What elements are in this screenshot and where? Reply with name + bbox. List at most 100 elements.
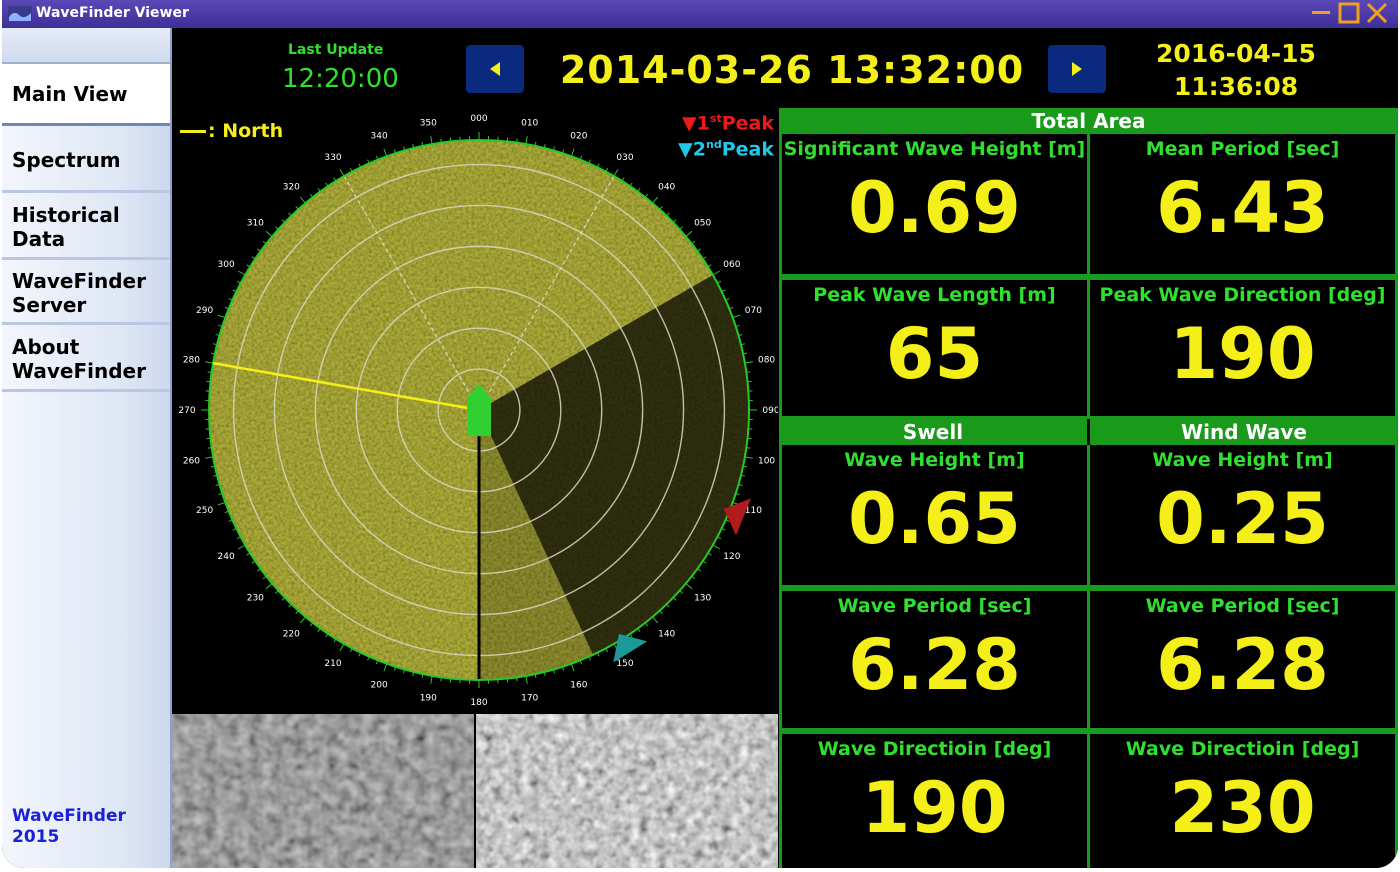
radar-bearing-label: 310 (247, 218, 264, 228)
radar-tick (685, 230, 693, 237)
radar-tick (295, 610, 299, 614)
maximize-button[interactable] (1336, 0, 1362, 26)
sidebar-item-main-view[interactable]: Main View (2, 64, 170, 126)
wind-wave-direction-label: Wave Directioin [deg] (1125, 738, 1360, 760)
sidebar-item-label: Spectrum (12, 147, 121, 172)
radar-bearing-label: 020 (570, 132, 587, 142)
north-line-icon (180, 130, 206, 133)
radar-tick (251, 256, 256, 260)
sidebar-item-wavefinder-server[interactable]: WaveFinder Server (2, 263, 170, 325)
last-update-time: 12:20:00 (282, 64, 399, 94)
significant-wave-height-label: Significant Wave Height [m] (783, 138, 1086, 160)
current-datetime: 2014-03-26 13:32:00 (559, 48, 1025, 92)
radar-tick (732, 314, 741, 319)
radar-tick (570, 148, 575, 157)
radar-tick (257, 568, 261, 572)
radar-bearing-label: 220 (283, 630, 300, 640)
close-button[interactable] (1364, 0, 1390, 26)
swell-wave-direction-label: Wave Directioin [deg] (817, 738, 1052, 760)
significant-wave-height-cell: Significant Wave Height [m] 0.69 (779, 134, 1090, 277)
peak-wave-direction-value: 190 (1169, 313, 1316, 395)
radar-tick (281, 597, 286, 601)
north-legend: : North (180, 120, 283, 142)
radar-tick (644, 622, 649, 627)
radar-tick (516, 677, 518, 682)
maximize-icon (1338, 2, 1360, 24)
peak-wave-length-label: Peak Wave Length [m] (813, 284, 1056, 306)
wind-wave-direction-cell: Wave Directioin [deg] 230 (1087, 731, 1398, 868)
wind-wave-direction-value: 230 (1169, 767, 1316, 849)
radar-tick (679, 226, 683, 230)
radar-bearing-label: 200 (371, 680, 388, 690)
close-icon (1366, 2, 1388, 24)
swell-wave-height-value: 0.65 (848, 478, 1021, 560)
swell-wave-period-value: 6.28 (848, 624, 1021, 706)
radar-tick (440, 138, 442, 143)
radar-tick (697, 248, 701, 252)
radar-tick (430, 136, 433, 145)
mean-period-label: Mean Period [sec] (1145, 138, 1340, 160)
radar-tick (237, 270, 246, 276)
radar-bearing-label: 060 (723, 260, 740, 270)
previous-button[interactable] (466, 45, 524, 93)
wind-wave-height-label: Wave Height [m] (1152, 449, 1333, 471)
peak-wave-length-value: 65 (885, 313, 984, 395)
radar-tick (746, 371, 751, 373)
radar-tick (205, 361, 214, 364)
radar-tick (288, 603, 292, 608)
sidebar-item-label: Main View (12, 81, 128, 106)
mean-period-value: 6.43 (1156, 167, 1329, 249)
radar-bearing-label: 290 (196, 306, 213, 316)
app-logo-icon (8, 6, 32, 21)
wave-data-grid: Total Area Significant Wave Height [m] 0… (779, 108, 1398, 868)
radar-bearing-label: 260 (183, 457, 200, 467)
radar-tick (281, 219, 286, 223)
peak2-legend-label: Peak (721, 138, 774, 161)
end-datetime: 2016-04-15 11:36:08 (1156, 39, 1316, 101)
radar-image-right[interactable] (476, 714, 778, 868)
radar-tick (339, 168, 345, 177)
radar-tick (697, 568, 701, 572)
radar-bearing-label: 080 (758, 355, 775, 365)
radar-tick (383, 148, 388, 157)
sidebar-item-about-wavefinder[interactable]: About WaveFinder (2, 328, 170, 392)
radar-tick (746, 447, 751, 449)
radar-tick (325, 633, 329, 638)
peak2-legend-sup: nd (706, 138, 722, 151)
swell-wave-period-label: Wave Period [sec] (837, 595, 1032, 617)
sidebar-footer: WaveFinder 2015 (12, 806, 126, 847)
radar-image-left[interactable] (172, 714, 474, 868)
radar-tick (629, 182, 633, 187)
radar-tick (712, 544, 721, 550)
minimize-button[interactable] (1308, 0, 1334, 26)
radar-tick (265, 583, 273, 590)
radar-tick (275, 226, 279, 230)
radar-tick (712, 270, 721, 276)
radar-tick (205, 456, 214, 459)
title-bar[interactable]: WaveFinder Viewer (2, 0, 1398, 28)
sidebar-item-historical-data[interactable]: Historical Data (2, 196, 170, 260)
sidebar-item-spectrum[interactable]: Spectrum (2, 129, 170, 193)
radar-tick (525, 675, 528, 684)
radar-bearing-label: 140 (658, 630, 675, 640)
radar-bearing-label: 330 (324, 153, 341, 163)
radar-bearing-label: 170 (521, 694, 538, 704)
radar-bearing-label: 130 (694, 594, 711, 604)
radar-tick (217, 314, 226, 319)
wind-wave-height-value: 0.25 (1156, 478, 1329, 560)
radar-bearing-label: 090 (762, 406, 778, 416)
radar-tick (299, 196, 306, 204)
next-button[interactable] (1048, 45, 1106, 93)
radar-display[interactable]: 000 010 020 030 040 050 060 070 080 090 100 110 120 1… (172, 108, 778, 714)
radar-tick (666, 603, 670, 608)
wind-wave-header: Wind Wave (1090, 419, 1398, 445)
peak1-legend-label: Peak (721, 112, 774, 135)
radar-tick (309, 622, 314, 627)
sidebar-header (2, 28, 170, 64)
radar-tick (325, 182, 329, 187)
radar-tick (237, 544, 246, 550)
radar-tick (570, 663, 575, 672)
radar-tick (629, 633, 633, 638)
north-legend-label: : North (208, 120, 284, 142)
peak2-legend: ▼2ndPeak (678, 138, 774, 161)
